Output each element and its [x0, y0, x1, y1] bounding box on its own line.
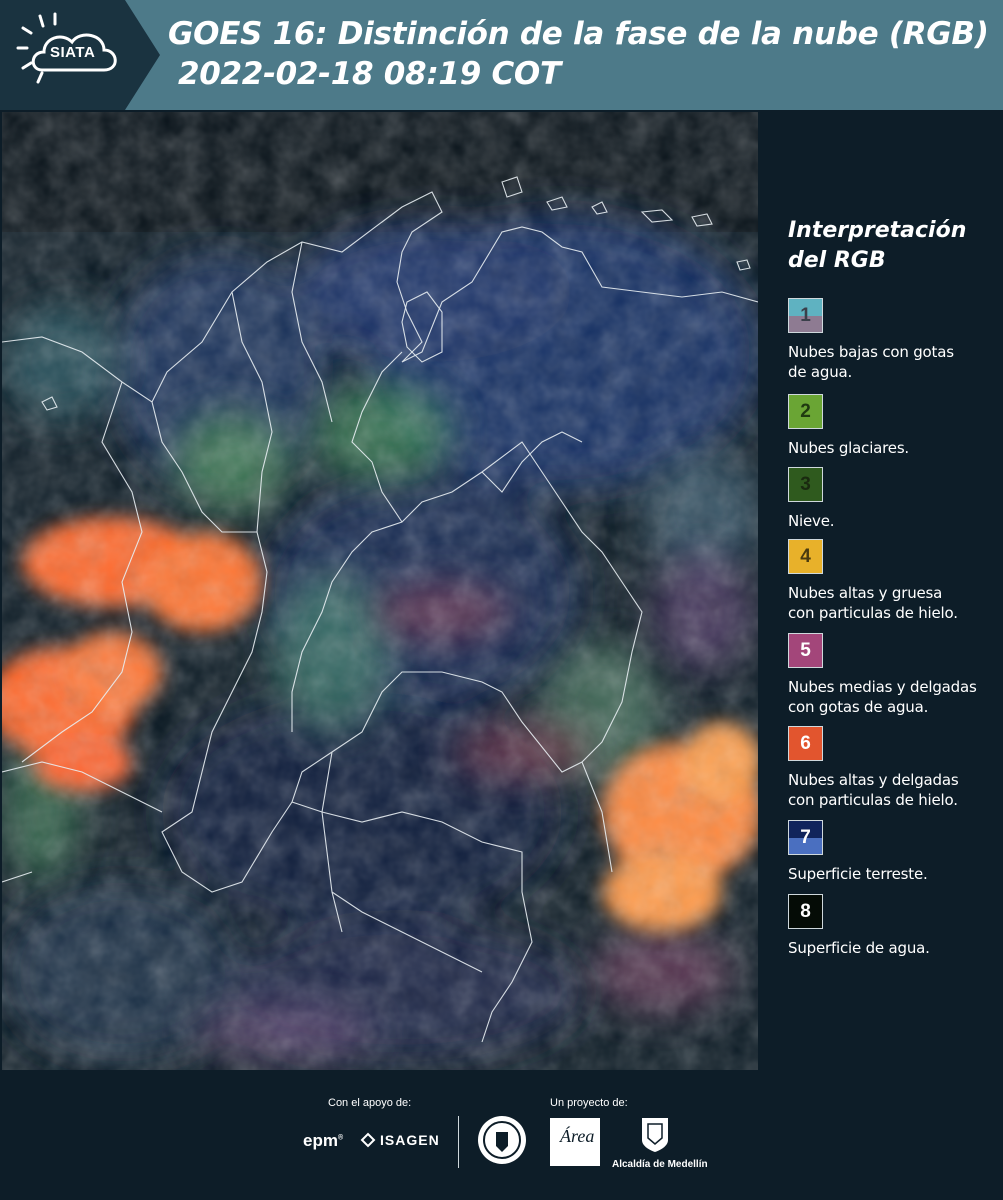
- siata-logo: SIATA: [0, 0, 160, 110]
- legend-swatch-8: 8: [788, 894, 823, 929]
- support-label: Con el apoyo de:: [328, 1097, 412, 1109]
- legend-item-2: 2 Nubes glaciares.: [788, 394, 1003, 458]
- legend-swatch-5: 5: [788, 633, 823, 668]
- satellite-rgb-map-icon: [2, 112, 758, 1070]
- legend-label: Nieve.: [788, 511, 1003, 531]
- area-metropolitana-logo: Área: [550, 1118, 600, 1166]
- legend-number: 2: [800, 401, 811, 422]
- legend-item-8: 8 Superficie de agua.: [788, 894, 1003, 958]
- project-label: Un proyecto de:: [550, 1097, 628, 1109]
- header-bar: SIATA GOES 16: Distinción de la fase de …: [0, 0, 1003, 110]
- legend-swatch-7: 7: [788, 820, 823, 855]
- legend-swatch-6: 6: [788, 726, 823, 761]
- legend-label-line: de agua.: [788, 363, 853, 381]
- legend-label-line: Nubes altas y delgadas: [788, 771, 959, 789]
- legend-swatch-2: 2: [788, 394, 823, 429]
- legend-title: Interpretación del RGB: [788, 216, 998, 276]
- legend-number: 7: [800, 827, 811, 848]
- medellin-shield-icon: [642, 1118, 668, 1152]
- legend-item-3: 3 Nieve.: [788, 467, 1003, 531]
- legend-number: 4: [800, 546, 811, 567]
- isagen-logo-text: ISAGEN: [380, 1132, 440, 1148]
- legend-swatch-1: 1: [788, 298, 823, 333]
- legend-label-line: Nubes medias y delgadas: [788, 678, 977, 696]
- legend-number: 6: [800, 733, 811, 754]
- page-title: GOES 16: Distinción de la fase de la nub…: [168, 16, 989, 52]
- page: SIATA GOES 16: Distinción de la fase de …: [0, 0, 1003, 1200]
- legend-label: Nubes bajas con gotas de agua.: [788, 342, 1003, 382]
- legend-title-line1: Interpretación: [788, 218, 967, 243]
- legend-number: 8: [800, 901, 811, 922]
- legend-label: Nubes medias y delgadas con gotas de agu…: [788, 677, 1003, 717]
- isagen-mark-icon: [360, 1132, 376, 1148]
- legend-label-line: Nubes bajas con gotas: [788, 343, 954, 361]
- footer: Con el apoyo de: Un proyecto de: epm® IS…: [0, 1070, 1003, 1200]
- satellite-map: [2, 112, 758, 1070]
- legend-label: Nubes glaciares.: [788, 438, 1003, 458]
- legend-item-4: 4 Nubes altas y gruesa con particulas de…: [788, 539, 1003, 623]
- legend-title-line2: del RGB: [788, 248, 886, 273]
- legend-item-5: 5 Nubes medias y delgadas con gotas de a…: [788, 633, 1003, 717]
- epm-logo: epm®: [303, 1131, 344, 1150]
- medellin-label: Alcaldía de Medellín: [612, 1159, 708, 1170]
- legend-item-6: 6 Nubes altas y delgadas con particulas …: [788, 726, 1003, 810]
- legend-label-line: Superficie terreste.: [788, 865, 928, 883]
- legend-label-line: Nubes glaciares.: [788, 439, 909, 457]
- legend-label: Nubes altas y delgadas con particulas de…: [788, 770, 1003, 810]
- area-logo-text: Área: [560, 1126, 595, 1146]
- legend-label-line: con particulas de hielo.: [788, 791, 958, 809]
- siata-logo-text: SIATA: [50, 44, 96, 61]
- legend-number: 5: [800, 640, 811, 661]
- legend-label: Superficie terreste.: [788, 864, 1003, 884]
- legend-panel: Interpretación del RGB 1 Nubes bajas con…: [760, 112, 1003, 1070]
- legend-swatch-4: 4: [788, 539, 823, 574]
- legend-label-line: Nieve.: [788, 512, 835, 530]
- legend-label-line: Superficie de agua.: [788, 939, 930, 957]
- legend-label: Nubes altas y gruesa con particulas de h…: [788, 583, 1003, 623]
- page-timestamp: 2022-02-18 08:19 COT: [178, 56, 561, 92]
- university-seal-icon: [478, 1116, 526, 1164]
- footer-divider: [458, 1116, 459, 1168]
- legend-number: 3: [800, 474, 811, 495]
- legend-label: Superficie de agua.: [788, 938, 1003, 958]
- legend-label-line: con particulas de hielo.: [788, 604, 958, 622]
- legend-label-line: con gotas de agua.: [788, 698, 929, 716]
- legend-item-7: 7 Superficie terreste.: [788, 820, 1003, 884]
- legend-item-1: 1 Nubes bajas con gotas de agua.: [788, 298, 1003, 382]
- legend-swatch-3: 3: [788, 467, 823, 502]
- epm-logo-text: epm: [303, 1131, 338, 1150]
- legend-label-line: Nubes altas y gruesa: [788, 584, 943, 602]
- legend-number: 1: [800, 305, 811, 326]
